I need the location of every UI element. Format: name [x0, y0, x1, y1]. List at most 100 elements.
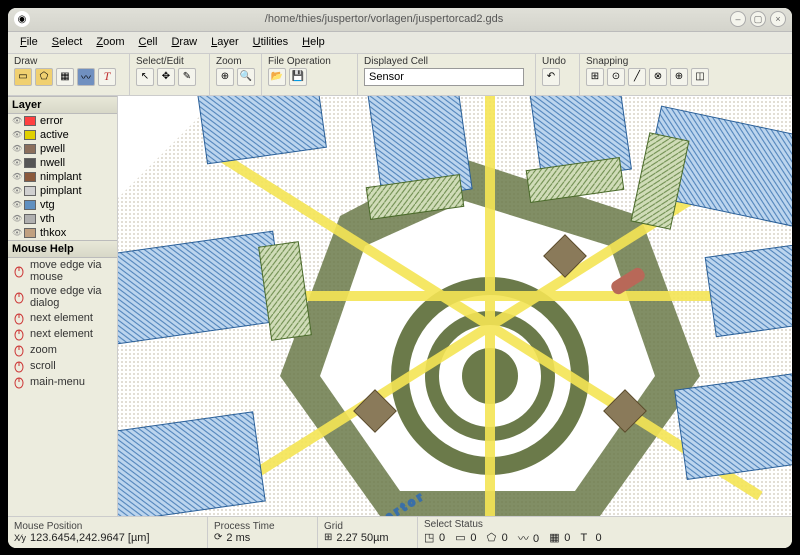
toolgroup-draw-label: Draw: [14, 56, 123, 67]
app-icon: ◉: [14, 11, 30, 27]
mousehelp-text: next element: [30, 312, 93, 324]
window-buttons: – ▢ ×: [730, 11, 786, 27]
select-arrow-icon[interactable]: ↖: [136, 68, 154, 86]
layer-item-vtg[interactable]: 👁vtg: [8, 198, 117, 212]
minimize-button[interactable]: –: [730, 11, 746, 27]
layer-item-pimplant[interactable]: 👁 pimplant: [8, 184, 117, 198]
layer-list: 👁 error 👁 active 👁 pwell 👁 nwell 👁 nimplant 👁 pimpl…: [8, 114, 117, 240]
selstatus-icon: ◳: [424, 531, 436, 543]
menu-cell[interactable]: Cell: [132, 34, 163, 50]
toolgroup-draw: Draw ▭ ⬠ ▦ 〰 T: [8, 54, 130, 95]
layer-item-error[interactable]: 👁 error: [8, 114, 117, 128]
layer-visibility-icon[interactable]: 👁: [12, 130, 20, 139]
selstatus-icon: ▭: [455, 531, 467, 543]
main-area: Layer 👁 error 👁 active 👁 pwell 👁 nwell 👁 nimplant…: [8, 96, 792, 516]
mousehelp-item: next element: [8, 310, 117, 326]
undo-icon[interactable]: ↶: [542, 68, 560, 86]
layer-visibility-icon[interactable]: 👁: [12, 116, 20, 125]
app-window: ◉ /home/thies/juspertor/vorlagen/juspert…: [8, 8, 792, 548]
file-save-icon[interactable]: 💾: [289, 68, 307, 86]
menu-select[interactable]: Select: [46, 34, 89, 50]
draw-path-icon[interactable]: 〰: [77, 68, 95, 86]
toolgroup-cell-label: Displayed Cell: [364, 56, 529, 67]
statusbar: Mouse Position X⁄y 123.6454,242.9647 [µm…: [8, 516, 792, 548]
mousehelp-item: move edge via mouse: [8, 258, 117, 284]
layer-visibility-icon[interactable]: 👁: [12, 144, 20, 153]
layer-swatch-icon: [24, 172, 36, 182]
select-move-icon[interactable]: ✥: [157, 68, 175, 86]
snap-center-icon[interactable]: ⊗: [649, 68, 667, 86]
toolgroup-undo: Undo ↶: [536, 54, 580, 95]
layer-name: error: [40, 115, 63, 127]
layer-swatch-icon: [24, 228, 36, 238]
layer-visibility-icon[interactable]: 👁: [12, 172, 20, 181]
layer-name: nimplant: [40, 171, 82, 183]
mousehelp-text: main-menu: [30, 376, 85, 388]
menu-layer[interactable]: Layer: [205, 34, 245, 50]
draw-cell-icon[interactable]: ▦: [56, 68, 74, 86]
selstatus-icon: T: [580, 532, 592, 544]
status-mousepos: Mouse Position X⁄y 123.6454,242.9647 [µm…: [8, 517, 208, 548]
mouse-icon: [12, 327, 26, 341]
draw-text-icon[interactable]: T: [98, 68, 116, 86]
layer-visibility-icon[interactable]: 👁: [12, 186, 20, 195]
layer-name: thkox: [40, 227, 66, 239]
toolgroup-selectedit-label: Select/Edit: [136, 56, 203, 67]
layer-panel-header: Layer: [8, 96, 117, 114]
layer-name: pwell: [40, 143, 65, 155]
mouse-icon: [12, 343, 26, 357]
layer-visibility-icon[interactable]: 👁: [12, 200, 20, 209]
layer-item-nwell[interactable]: 👁 nwell: [8, 156, 117, 170]
selstatus-count: ▭ 0: [455, 531, 482, 544]
toolgroup-snapping-label: Snapping: [586, 56, 786, 67]
layer-visibility-icon[interactable]: 👁: [12, 228, 20, 237]
snap-line-icon[interactable]: ╱: [628, 68, 646, 86]
selstatus-count: ◳ 0: [424, 531, 451, 544]
mouse-icon: [12, 311, 26, 325]
snap-intersect-icon[interactable]: ⊕: [670, 68, 688, 86]
displayed-cell-input[interactable]: [364, 68, 524, 86]
layer-visibility-icon[interactable]: 👁: [12, 158, 20, 167]
status-proctime: Process Time ⟳ 2 ms: [208, 517, 318, 548]
layer-item-pwell[interactable]: 👁 pwell: [8, 142, 117, 156]
mousehelp-text: zoom: [30, 344, 57, 356]
draw-box-icon[interactable]: ▭: [14, 68, 32, 86]
snap-edge-icon[interactable]: ◫: [691, 68, 709, 86]
layer-name: active: [40, 129, 69, 141]
mouse-icon: [12, 264, 26, 278]
menu-help[interactable]: Help: [296, 34, 331, 50]
menu-zoom[interactable]: Zoom: [90, 34, 130, 50]
toolgroup-selectedit: Select/Edit ↖ ✥ ✎: [130, 54, 210, 95]
mousehelp-list: move edge via mousemove edge via dialog n…: [8, 258, 117, 516]
snap-grid-icon[interactable]: ⊞: [586, 68, 604, 86]
menu-utilities[interactable]: Utilities: [247, 34, 294, 50]
mousehelp-item: move edge via dialog: [8, 284, 117, 310]
mouse-icon: [12, 359, 26, 373]
close-button[interactable]: ×: [770, 11, 786, 27]
layer-visibility-icon[interactable]: 👁: [12, 214, 20, 223]
file-open-icon[interactable]: 📂: [268, 68, 286, 86]
select-edit-icon[interactable]: ✎: [178, 68, 196, 86]
maximize-button[interactable]: ▢: [750, 11, 766, 27]
menu-draw[interactable]: Draw: [165, 34, 203, 50]
mousehelp-text: move edge via mouse: [30, 259, 113, 283]
zoom-fit-icon[interactable]: ⊕: [216, 68, 234, 86]
zoom-in-icon[interactable]: 🔍: [237, 68, 255, 86]
layout-canvas[interactable]: spertor: [118, 96, 792, 516]
mouse-icon: [12, 375, 26, 389]
draw-polygon-icon[interactable]: ⬠: [35, 68, 53, 86]
layer-name: pimplant: [40, 185, 82, 197]
layer-swatch-icon: [24, 144, 36, 154]
layer-item-active[interactable]: 👁 active: [8, 128, 117, 142]
layer-name: nwell: [40, 157, 65, 169]
snap-point-icon[interactable]: ⊙: [607, 68, 625, 86]
layer-item-nimplant[interactable]: 👁 nimplant: [8, 170, 117, 184]
selstatus-count: T 0: [580, 532, 607, 544]
layer-item-vth[interactable]: 👁vth: [8, 212, 117, 226]
selstatus-count: ▦ 0: [549, 531, 576, 544]
mousehelp-panel-header: Mouse Help: [8, 240, 117, 258]
status-grid: Grid ⊞ 2.27 50µm: [318, 517, 418, 548]
layer-item-thkox[interactable]: 👁 thkox: [8, 226, 117, 240]
menu-file[interactable]: File: [14, 34, 44, 50]
toolgroup-zoom: Zoom ⊕ 🔍: [210, 54, 262, 95]
